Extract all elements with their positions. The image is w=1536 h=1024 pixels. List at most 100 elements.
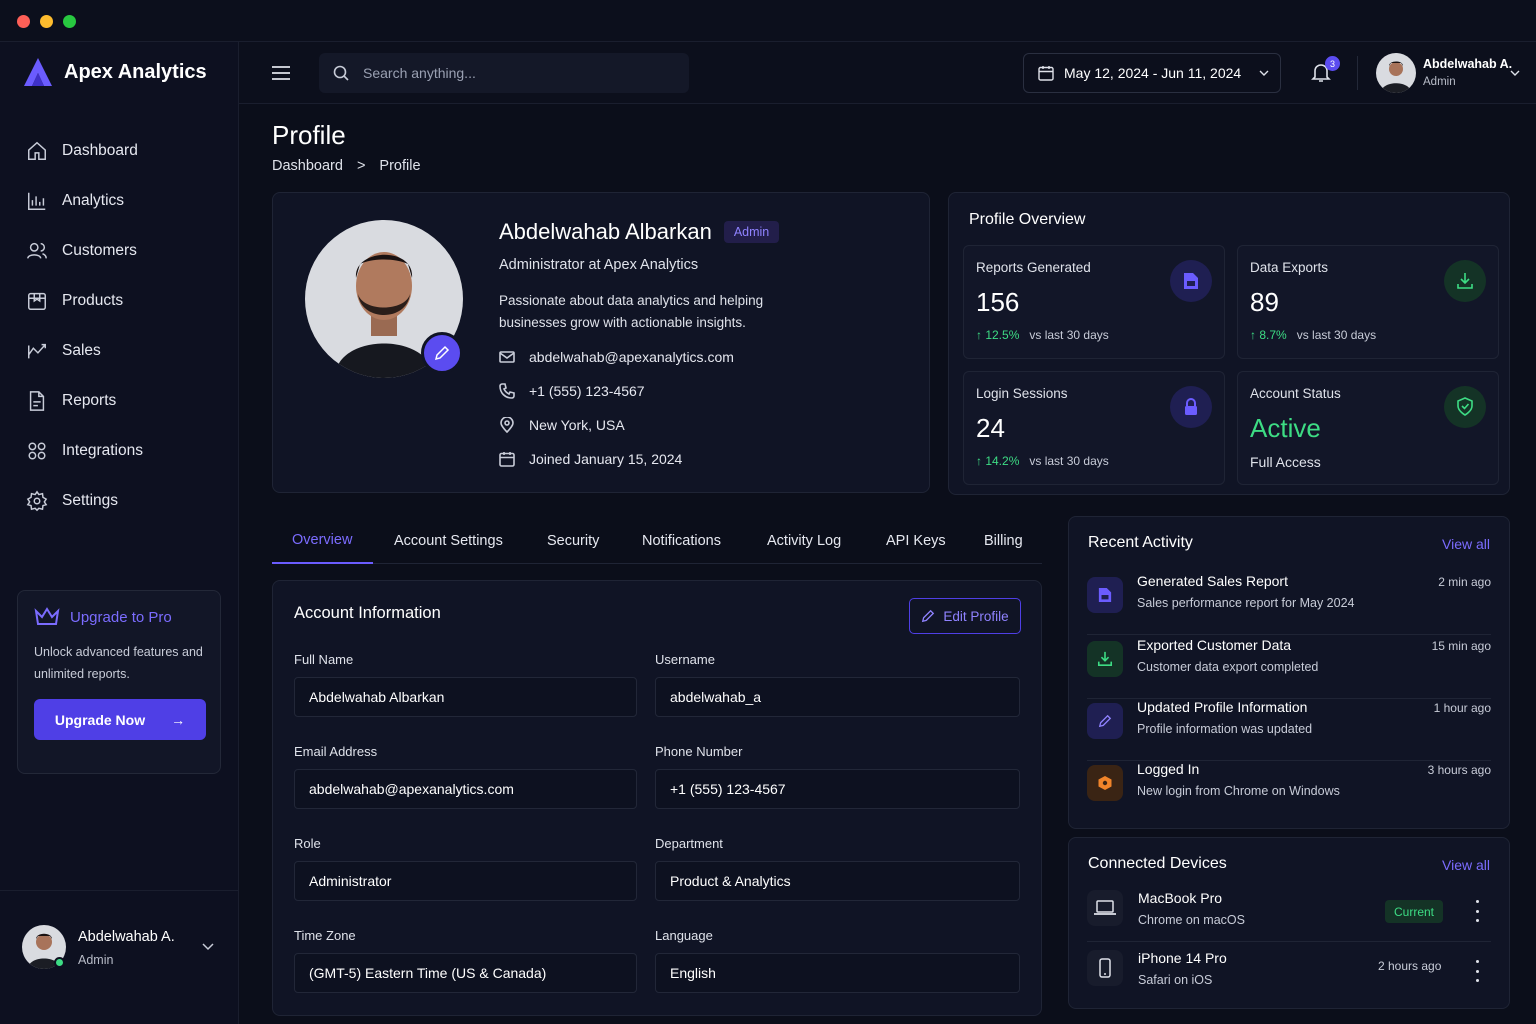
phone-field[interactable]: +1 (555) 123-4567	[655, 769, 1020, 809]
upgrade-now-button[interactable]: Upgrade Now →	[34, 699, 206, 740]
breadcrumb-root[interactable]: Dashboard	[272, 158, 343, 174]
device-item: MacBook Pro Chrome on macOS Current	[1087, 888, 1491, 942]
login-icon	[1087, 765, 1123, 801]
date-range-label: May 12, 2024 - Jun 11, 2024	[1064, 65, 1242, 81]
menu-icon[interactable]	[272, 65, 290, 81]
edit-avatar-button[interactable]	[421, 332, 463, 374]
upgrade-button-label: Upgrade Now	[54, 711, 146, 728]
connected-devices-title: Connected Devices	[1088, 855, 1227, 872]
header-user-role: Admin	[1423, 76, 1456, 88]
stat-period: vs last 30 days	[1029, 328, 1109, 342]
field-label-email: Email Address	[294, 744, 378, 759]
home-icon	[28, 141, 46, 160]
date-range-picker[interactable]: May 12, 2024 - Jun 11, 2024	[1023, 53, 1281, 93]
lock-icon	[1170, 386, 1212, 428]
close-window-button[interactable]	[17, 15, 30, 28]
tab-notifications[interactable]: Notifications	[622, 518, 741, 564]
field-label-phone: Phone Number	[655, 744, 743, 759]
activity-item[interactable]: Logged In New login from Chrome on Windo…	[1087, 761, 1491, 823]
sidebar-item-label: Integrations	[62, 442, 143, 459]
activity-item[interactable]: Exported Customer Data Customer data exp…	[1087, 637, 1491, 699]
devices-view-all-link[interactable]: View all	[1442, 857, 1490, 873]
tab-activity-log[interactable]: Activity Log	[747, 518, 861, 564]
chevron-down-icon	[1510, 70, 1520, 76]
phone-icon	[1087, 950, 1123, 986]
sidebar-item-analytics[interactable]: Analytics	[0, 176, 239, 226]
brand-name: Apex Analytics	[64, 60, 207, 83]
tab-account-settings[interactable]: Account Settings	[374, 518, 523, 564]
tab-overview[interactable]: Overview	[272, 518, 373, 564]
field-label-username: Username	[655, 652, 715, 667]
gear-icon	[26, 490, 48, 512]
activity-title: Exported Customer Data	[1137, 637, 1292, 653]
sidebar-item-label: Sales	[62, 342, 101, 359]
department-field[interactable]: Product & Analytics	[655, 861, 1020, 901]
profile-heading: Abdelwahab Albarkan Admin	[499, 219, 780, 245]
language-field[interactable]: English	[655, 953, 1020, 993]
file-icon	[29, 391, 45, 411]
pencil-icon	[434, 345, 450, 361]
activity-time: 3 hours ago	[1427, 763, 1491, 777]
connected-devices-card: Connected Devices View all MacBook Pro C…	[1068, 837, 1510, 1009]
stat-change-value: ↑ 14.2%	[976, 454, 1020, 468]
profile-email[interactable]: abdelwahab@apexanalytics.com	[529, 349, 734, 365]
account-information-card: Account Information Edit Profile Full Na…	[272, 580, 1042, 1016]
sidebar-item-reports[interactable]: Reports	[0, 376, 239, 426]
stat-change-value: ↑ 12.5%	[976, 328, 1020, 342]
sidebar-user[interactable]: Abdelwahab A. Admin	[0, 890, 239, 1024]
search-input[interactable]	[363, 65, 663, 81]
upgrade-description: Unlock advanced features and unlimited r…	[34, 645, 203, 681]
header-divider	[1357, 56, 1358, 90]
activity-description: New login from Chrome on Windows	[1137, 784, 1340, 798]
profile-bio: Passionate about data analytics and help…	[499, 290, 763, 334]
minimize-window-button[interactable]	[40, 15, 53, 28]
upgrade-card: Upgrade to Pro Unlock advanced features …	[17, 590, 221, 774]
breadcrumb-current: Profile	[379, 158, 421, 174]
sidebar-item-label: Analytics	[62, 192, 125, 209]
online-status-dot	[54, 957, 65, 968]
profile-location: New York, USA	[529, 417, 625, 433]
field-label-full-name: Full Name	[294, 652, 354, 667]
recent-activity-title: Recent Activity	[1088, 534, 1193, 551]
tab-security[interactable]: Security	[527, 518, 619, 564]
sidebar: Apex Analytics Dashboard Analytics Custo…	[0, 42, 239, 1024]
activity-description: Customer data export completed	[1137, 660, 1319, 674]
sidebar-item-products[interactable]: Products	[0, 276, 239, 326]
maximize-window-button[interactable]	[63, 15, 76, 28]
notification-count-badge: 3	[1325, 56, 1340, 71]
time-zone-field[interactable]: (GMT-5) Eastern Time (US & Canada)	[294, 953, 637, 993]
activity-item[interactable]: Updated Profile Information Profile info…	[1087, 699, 1491, 761]
sidebar-item-settings[interactable]: Settings	[0, 476, 239, 526]
mail-icon	[499, 351, 515, 363]
sidebar-item-dashboard[interactable]: Dashboard	[0, 126, 239, 176]
sidebar-item-customers[interactable]: Customers	[0, 226, 239, 276]
stat-change: ↑ 8.7% vs last 30 days	[1250, 328, 1486, 342]
chevron-down-icon[interactable]	[202, 943, 214, 951]
stat-account-status: Account Status Active Full Access	[1237, 371, 1499, 485]
profile-email-row: abdelwahab@apexanalytics.com	[499, 349, 734, 365]
profile-phone-row: +1 (555) 123-4567	[499, 383, 645, 399]
device-browser: Safari on iOS	[1138, 973, 1213, 987]
activity-title: Updated Profile Information	[1137, 699, 1308, 715]
more-options-icon[interactable]	[1471, 900, 1483, 922]
stat-period: vs last 30 days	[1296, 328, 1377, 342]
activity-item[interactable]: Generated Sales Report Sales performance…	[1087, 573, 1491, 635]
edit-profile-button[interactable]: Edit Profile	[909, 598, 1021, 634]
more-options-icon[interactable]	[1471, 960, 1483, 982]
username-field[interactable]: abdelwahab_a	[655, 677, 1020, 717]
full-name-field[interactable]: Abdelwahab Albarkan	[294, 677, 637, 717]
tab-billing[interactable]: Billing	[964, 518, 1043, 564]
profile-joined: Joined January 15, 2024	[529, 451, 683, 467]
device-browser: Chrome on macOS	[1138, 913, 1245, 927]
email-field[interactable]: abdelwahab@apexanalytics.com	[294, 769, 637, 809]
activity-view-all-link[interactable]: View all	[1442, 536, 1490, 552]
tab-api-keys[interactable]: API Keys	[866, 518, 966, 564]
top-header: May 12, 2024 - Jun 11, 2024 3 Abdelwahab…	[239, 42, 1536, 104]
stat-sub: Full Access	[1250, 454, 1321, 470]
sidebar-item-sales[interactable]: Sales	[0, 326, 239, 376]
sidebar-nav: Dashboard Analytics Customers Products S…	[0, 126, 239, 526]
sidebar-item-integrations[interactable]: Integrations	[0, 426, 239, 476]
role-field[interactable]: Administrator	[294, 861, 637, 901]
sidebar-item-label: Dashboard	[62, 142, 138, 159]
brand-logo[interactable]: Apex Analytics	[22, 56, 207, 88]
